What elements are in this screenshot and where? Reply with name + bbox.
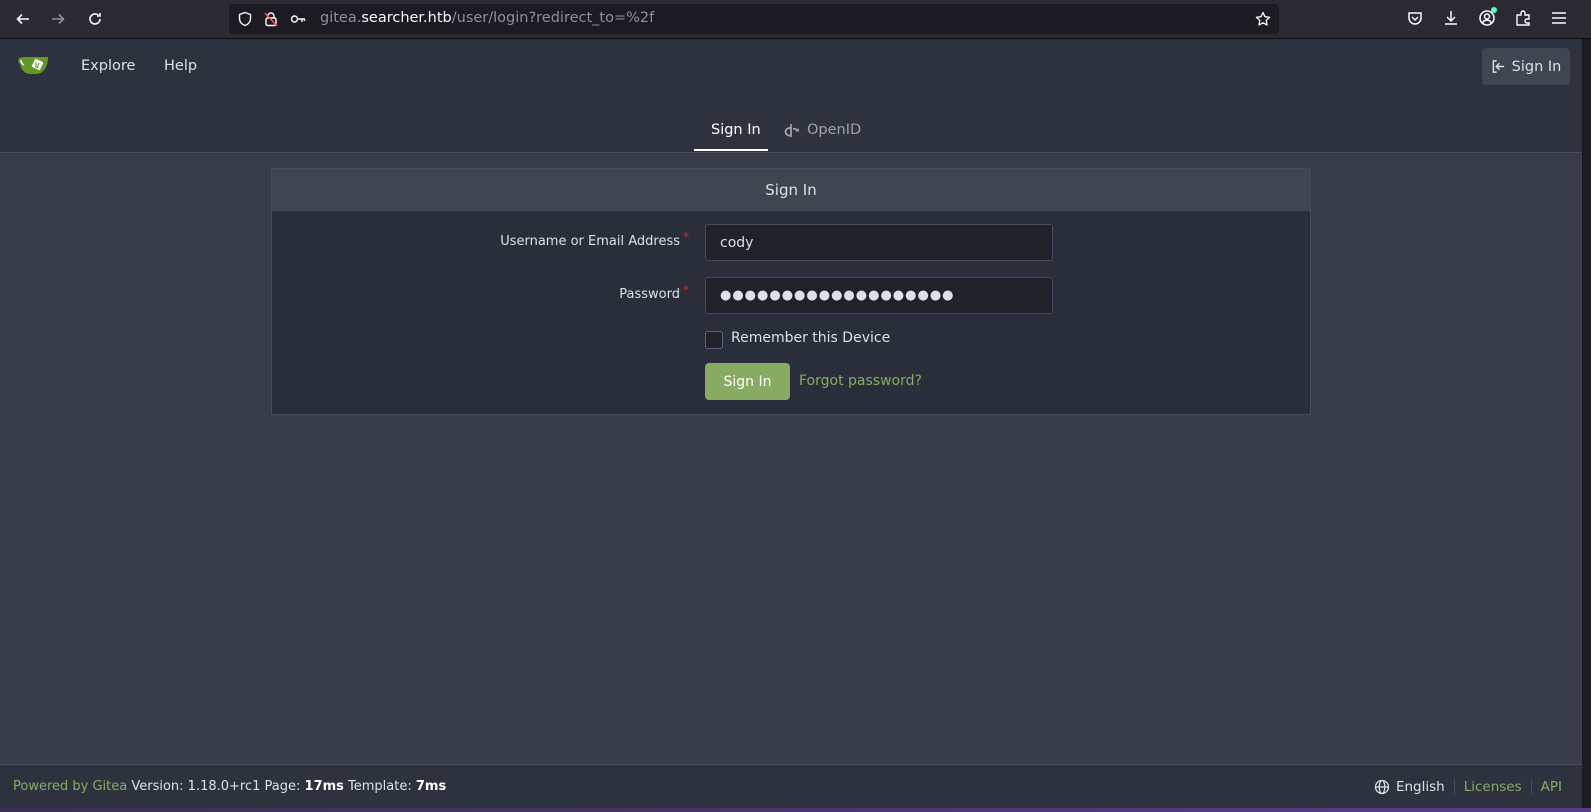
gitea-logo-icon[interactable] [18, 53, 50, 77]
notification-dot [1491, 7, 1497, 13]
extensions-icon[interactable] [1514, 9, 1532, 27]
username-input[interactable]: cody [705, 224, 1053, 261]
footer-divider [1453, 779, 1455, 795]
openid-icon [784, 124, 799, 138]
forward-button[interactable] [46, 7, 70, 31]
account-icon[interactable] [1478, 7, 1497, 27]
template-time: 7ms [415, 779, 447, 794]
username-label: Username or Email Address * [500, 230, 689, 249]
window-bottom-edge [0, 808, 1591, 812]
back-arrow-icon [16, 13, 29, 25]
page-time: 17ms [304, 779, 344, 794]
language-selector[interactable]: English [1374, 779, 1445, 795]
url-prefix: gitea. [320, 10, 362, 26]
browser-toolbar: gitea.searcher.htb/user/login?redirect_t… [0, 0, 1591, 39]
url-text[interactable]: gitea.searcher.htb/user/login?redirect_t… [320, 10, 654, 26]
forgot-password-link[interactable]: Forgot password? [799, 373, 922, 389]
page-footer: Powered by Gitea Version: 1.18.0+rc1 Pag… [0, 764, 1582, 809]
back-button[interactable] [11, 7, 35, 31]
key-icon[interactable] [290, 11, 306, 27]
reload-button[interactable] [83, 7, 107, 31]
language-label: English [1395, 779, 1445, 795]
api-link[interactable]: API [1541, 779, 1562, 795]
version-text: Version: 1.18.0+rc1 Page: [127, 779, 305, 794]
sign-in-submit-button[interactable]: Sign In [705, 363, 790, 400]
footer-version-info: Powered by Gitea Version: 1.18.0+rc1 Pag… [13, 779, 446, 794]
pocket-icon[interactable] [1406, 9, 1424, 27]
nav-sign-in-label: Sign In [1511, 58, 1562, 75]
form-title: Sign In [272, 169, 1310, 211]
url-domain: searcher.htb [361, 10, 452, 26]
required-mark: * [683, 230, 689, 244]
password-value: ●●●●●●●●●●●●●●●●●●● [720, 288, 955, 303]
footer-divider [1530, 779, 1532, 795]
downloads-icon[interactable] [1442, 9, 1460, 27]
password-input[interactable]: ●●●●●●●●●●●●●●●●●●● [705, 277, 1053, 314]
shield-icon[interactable] [237, 11, 253, 27]
tab-openid[interactable]: OpenID [784, 122, 861, 138]
url-path: /user/login?redirect_to=%2f [451, 10, 655, 26]
page-scrollbar[interactable] [1582, 39, 1591, 812]
nav-explore[interactable]: Explore [81, 58, 135, 74]
template-label: Template: [343, 779, 416, 794]
menu-icon[interactable] [1550, 9, 1568, 27]
sign-in-icon [1492, 60, 1504, 73]
username-label-text: Username or Email Address [500, 234, 680, 249]
address-bar[interactable]: gitea.searcher.htb/user/login?redirect_t… [229, 4, 1279, 34]
tab-sign-in[interactable]: Sign In [711, 122, 761, 138]
nav-sign-in-button[interactable]: Sign In [1482, 48, 1570, 85]
auth-tabs: Sign In OpenID [0, 95, 1582, 153]
password-label: Password * [619, 283, 689, 302]
insecure-lock-icon[interactable] [263, 11, 279, 27]
password-label-text: Password [619, 287, 680, 302]
remember-device-checkbox[interactable] [705, 331, 723, 349]
footer-links: English Licenses API [1374, 779, 1562, 795]
top-navbar: Explore Help Sign In [0, 39, 1582, 96]
username-value: cody [720, 234, 754, 251]
reload-icon [89, 13, 101, 25]
sign-in-form: Sign In Username or Email Address * cody … [271, 168, 1311, 415]
powered-by-link[interactable]: Powered by Gitea [13, 779, 127, 794]
required-mark: * [683, 283, 689, 297]
licenses-link[interactable]: Licenses [1464, 779, 1522, 795]
forward-arrow-icon [52, 13, 65, 25]
globe-icon [1374, 779, 1390, 795]
gitea-page: Explore Help Sign In Sign In OpenID Sign… [0, 39, 1582, 809]
tab-openid-label: OpenID [807, 122, 862, 138]
active-tab-indicator [694, 149, 768, 151]
remember-device-label[interactable]: Remember this Device [731, 330, 890, 346]
bookmark-star-icon[interactable] [1255, 11, 1271, 27]
nav-help[interactable]: Help [164, 58, 197, 74]
